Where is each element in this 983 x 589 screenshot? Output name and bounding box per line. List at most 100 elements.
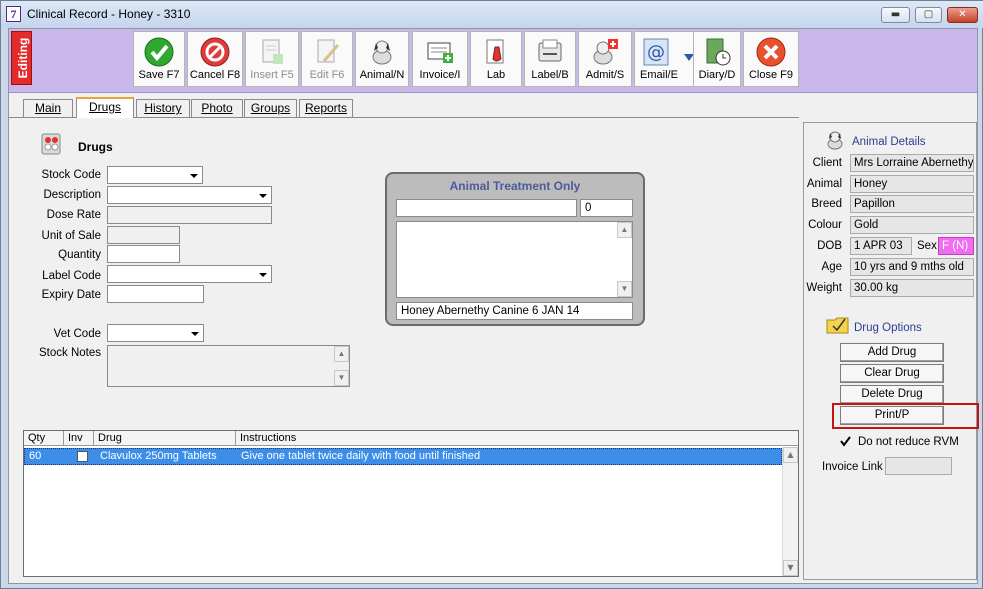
column-header-drug[interactable]: Drug — [94, 431, 236, 446]
cancel-icon — [200, 37, 230, 67]
invoice-button[interactable]: Invoice/I — [412, 31, 468, 87]
column-header-instructions[interactable]: Instructions — [236, 431, 798, 446]
label-button[interactable]: Label/B — [524, 31, 576, 87]
client-area: Editing Save F7 Cancel F8 Insert F5 Edit… — [8, 28, 979, 584]
column-header-inv[interactable]: Inv — [64, 431, 94, 446]
tab-drugs[interactable]: Drugs — [76, 97, 134, 118]
insert-button[interactable]: Insert F5 — [245, 31, 299, 87]
lab-button[interactable]: Lab — [470, 31, 522, 87]
email-button[interactable]: @ Email/E — [634, 31, 698, 87]
diary-icon — [706, 38, 731, 66]
label-code-dropdown[interactable] — [107, 265, 272, 283]
add-drug-button[interactable]: Add Drug — [840, 343, 944, 362]
admit-dog-icon — [593, 39, 618, 65]
breed-field: Papillon — [850, 195, 974, 213]
scroll-down-icon[interactable]: ▼ — [617, 281, 632, 297]
delete-drug-button[interactable]: Delete Drug — [840, 385, 944, 404]
diary-button[interactable]: Diary/D — [693, 31, 741, 87]
quantity-label: Quantity — [58, 249, 101, 261]
invoice-link-label: Invoice Link — [822, 461, 883, 473]
grid-header: Qty Inv Drug Instructions — [24, 431, 798, 446]
lab-label: Lab — [486, 69, 506, 81]
invoice-link-field[interactable] — [885, 457, 952, 475]
dob-field: 1 APR 03 — [850, 237, 912, 255]
cell-instructions: Give one tablet twice daily with food un… — [241, 450, 481, 462]
description-dropdown[interactable] — [107, 186, 272, 204]
close-label: Close F9 — [748, 69, 794, 81]
tab-history-label: History — [144, 101, 182, 115]
sex-label: Sex — [917, 240, 937, 252]
chevron-down-icon — [189, 327, 201, 339]
print-button[interactable]: Print/P — [840, 406, 944, 425]
description-label: Description — [43, 189, 101, 201]
treatment-input[interactable] — [396, 199, 577, 217]
clear-drug-label: Clear Drug — [864, 367, 920, 379]
tab-main-label: Main — [34, 101, 61, 115]
close-x-icon — [756, 37, 786, 67]
editing-label: Editing — [16, 37, 30, 79]
scroll-up-icon[interactable]: ▲ — [617, 222, 632, 238]
folder-check-icon — [826, 317, 849, 334]
expiry-date-field[interactable] — [107, 285, 204, 303]
column-header-qty[interactable]: Qty — [24, 431, 64, 446]
unit-of-sale-field[interactable] — [107, 226, 180, 244]
grid-scrollbar[interactable]: ▲ ▼ — [782, 447, 798, 576]
cancel-button[interactable]: Cancel F8 — [187, 31, 243, 87]
tab-groups-label: Groups — [250, 101, 291, 115]
maximize-icon: ▢ — [923, 9, 934, 20]
weight-field: 30.00 kg — [850, 279, 974, 297]
scroll-up-icon[interactable]: ▲ — [334, 346, 349, 362]
tab-main[interactable]: Main — [23, 99, 73, 117]
dose-rate-field[interactable] — [107, 206, 272, 224]
edit-button[interactable]: Edit F6 — [301, 31, 353, 87]
maximize-button[interactable]: ▢ — [915, 7, 942, 23]
scroll-down-icon[interactable]: ▼ — [783, 560, 798, 576]
title-bar[interactable]: 7 Clinical Record - Honey - 3310 ▬ ▢ ✕ — [1, 1, 983, 28]
stock-code-dropdown[interactable] — [107, 166, 203, 184]
diary-label: Diary/D — [698, 69, 736, 81]
drug-grid: Qty Inv Drug Instructions 60 Clavulox 25… — [23, 430, 799, 577]
tab-drugs-label: Drugs — [88, 100, 121, 114]
minimize-button[interactable]: ▬ — [881, 7, 910, 23]
age-label: Age — [821, 261, 842, 273]
inv-checkbox[interactable] — [77, 451, 88, 462]
email-label: Email/E — [640, 69, 678, 81]
chevron-down-icon — [188, 169, 200, 181]
print-label: Print/P — [874, 409, 910, 421]
vet-code-dropdown[interactable] — [107, 324, 204, 342]
stock-notes-field[interactable]: ▲ ▼ — [107, 345, 350, 387]
delete-drug-label: Delete Drug — [861, 388, 923, 400]
cell-qty: 60 — [29, 450, 42, 462]
close-button[interactable]: Close F9 — [743, 31, 799, 87]
scroll-up-icon[interactable]: ▲ — [783, 447, 798, 463]
vet-code-label: Vet Code — [53, 328, 101, 340]
treatment-count-field[interactable]: 0 — [580, 199, 633, 217]
label-code-label: Label Code — [42, 270, 101, 282]
admit-button[interactable]: Admit/S — [578, 31, 632, 87]
table-row[interactable]: 60 Clavulox 250mg Tablets Give one table… — [24, 448, 782, 465]
toolbar: Editing Save F7 Cancel F8 Insert F5 Edit… — [9, 29, 977, 93]
save-label: Save F7 — [138, 69, 180, 81]
insert-doc-icon — [262, 39, 283, 64]
quantity-field[interactable] — [107, 245, 180, 263]
animal-details-panel: Animal Details Client Mrs Lorraine Abern… — [803, 122, 979, 580]
no-reduce-rvm-checkbox[interactable] — [840, 436, 851, 447]
dog-icon — [827, 131, 843, 150]
close-window-button[interactable]: ✕ — [947, 7, 978, 23]
clear-drug-button[interactable]: Clear Drug — [840, 364, 944, 383]
animal-field: Honey — [850, 175, 974, 193]
tab-reports[interactable]: Reports — [299, 99, 353, 117]
client-label: Client — [812, 157, 842, 169]
drug-options-heading: Drug Options — [854, 322, 922, 334]
tab-history[interactable]: History — [136, 99, 190, 117]
stock-code-label: Stock Code — [41, 169, 101, 181]
treatment-notes[interactable]: ▲ ▼ — [396, 221, 633, 298]
dose-rate-label: Dose Rate — [46, 209, 101, 221]
tab-photo[interactable]: Photo — [191, 99, 243, 117]
tab-groups[interactable]: Groups — [244, 99, 297, 117]
animal-button[interactable]: Animal/N — [355, 31, 409, 87]
scroll-down-icon[interactable]: ▼ — [334, 370, 349, 386]
save-button[interactable]: Save F7 — [133, 31, 185, 87]
email-at-icon: @ — [643, 38, 669, 66]
add-drug-label: Add Drug — [867, 346, 917, 358]
